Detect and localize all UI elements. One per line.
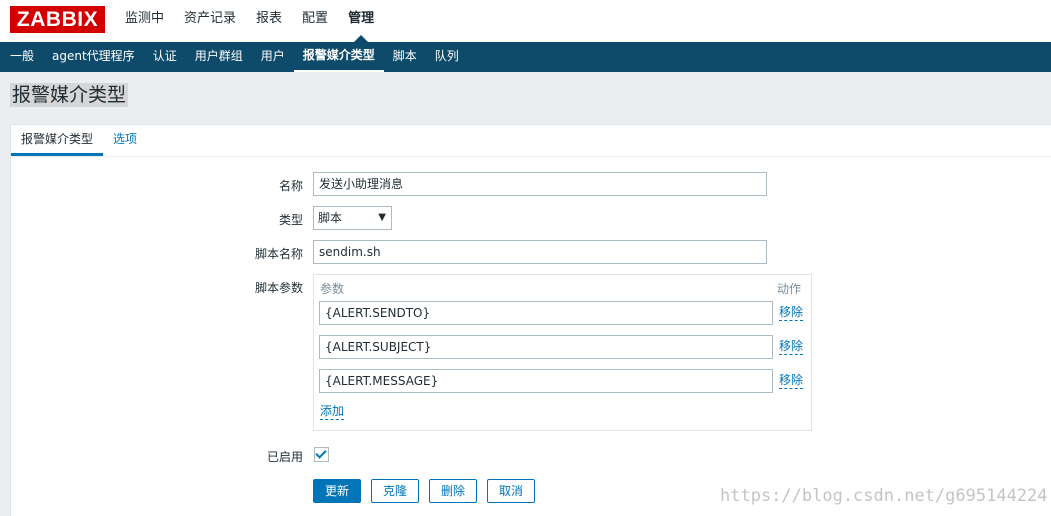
top-nav: 监测中 资产记录 报表 配置 管理 (115, 0, 384, 42)
content-panel: 报警媒介类型 选项 名称 发送小助理消息 类型 脚本 ▼ 脚本名称 sendim… (10, 124, 1051, 516)
sub-nav-proxies[interactable]: agent代理程序 (43, 42, 144, 72)
tab-options[interactable]: 选项 (103, 125, 147, 156)
enabled-label: 已启用 (266, 450, 303, 464)
delete-button[interactable]: 删除 (429, 479, 477, 503)
type-select[interactable]: 脚本 ▼ (313, 206, 392, 230)
tab-bar: 报警媒介类型 选项 (11, 125, 1051, 157)
add-param-link[interactable]: 添加 (320, 404, 345, 420)
top-nav-configuration[interactable]: 配置 (292, 0, 338, 42)
name-input[interactable]: 发送小助理消息 (313, 172, 767, 196)
param-input[interactable]: {ALERT.SENDTO} (319, 301, 773, 325)
params-column-header: 参数 (320, 282, 345, 296)
sub-nav-general[interactable]: 一般 (1, 42, 43, 72)
sub-nav-media-types[interactable]: 报警媒介类型 (293, 42, 384, 72)
script-name-input[interactable]: sendim.sh (313, 240, 767, 264)
chevron-down-icon: ▼ (378, 212, 386, 223)
clone-button[interactable]: 克隆 (371, 479, 419, 503)
sub-nav-authentication[interactable]: 认证 (144, 42, 186, 72)
top-nav-monitoring[interactable]: 监测中 (115, 0, 174, 42)
update-button[interactable]: 更新 (313, 479, 361, 503)
top-nav-administration[interactable]: 管理 (338, 0, 384, 42)
script-params-label: 脚本参数 (254, 281, 303, 295)
param-input[interactable]: {ALERT.SUBJECT} (319, 335, 773, 359)
page-title: 报警媒介类型 (10, 83, 129, 107)
script-params-table: 参数 动作 {ALERT.SENDTO} 移除 {ALERT.SUBJECT} … (313, 274, 812, 431)
top-nav-reports[interactable]: 报表 (246, 0, 292, 42)
sub-nav-queue[interactable]: 队列 (426, 42, 468, 72)
script-name-label: 脚本名称 (254, 247, 303, 261)
action-column-header: 动作 (776, 282, 801, 296)
type-select-value: 脚本 (318, 211, 343, 225)
cancel-button[interactable]: 取消 (487, 479, 535, 503)
checkmark-icon (315, 447, 327, 459)
top-bar: ZABBIX 监测中 资产记录 报表 配置 管理 (0, 0, 1051, 42)
sub-nav: 一般 agent代理程序 认证 用户群组 用户 报警媒介类型 脚本 队列 (0, 42, 1051, 72)
sub-nav-users[interactable]: 用户 (252, 42, 294, 72)
sub-nav-user-groups[interactable]: 用户群组 (186, 42, 252, 72)
sub-nav-scripts[interactable]: 脚本 (384, 42, 426, 72)
watermark: https://blog.csdn.net/g695144224 (720, 486, 1048, 506)
enabled-checkbox[interactable] (314, 447, 329, 462)
name-label: 名称 (278, 179, 303, 193)
tab-media-type[interactable]: 报警媒介类型 (11, 125, 104, 156)
remove-param-link[interactable]: 移除 (779, 339, 804, 355)
remove-param-link[interactable]: 移除 (779, 373, 804, 389)
remove-param-link[interactable]: 移除 (779, 305, 804, 321)
type-label: 类型 (278, 213, 303, 227)
zabbix-logo[interactable]: ZABBIX (10, 6, 105, 33)
top-nav-inventory[interactable]: 资产记录 (174, 0, 246, 42)
param-input[interactable]: {ALERT.MESSAGE} (319, 369, 773, 393)
